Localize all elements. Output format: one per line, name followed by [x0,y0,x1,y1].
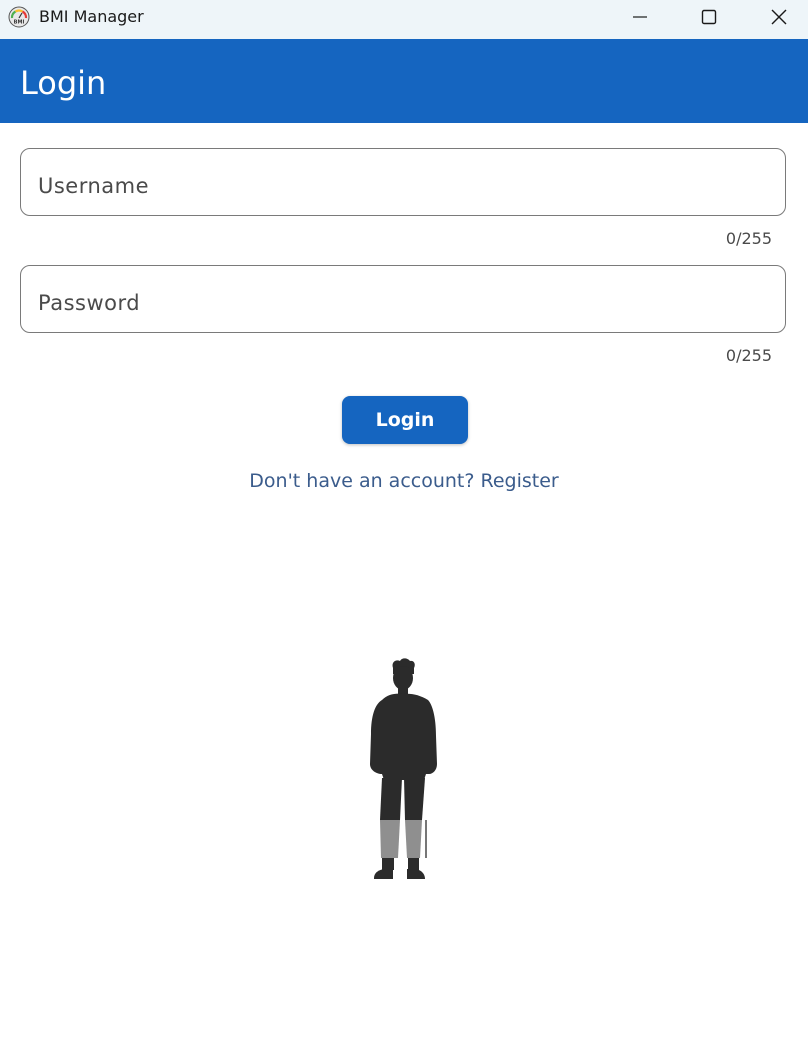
password-field[interactable] [20,265,786,336]
username-input[interactable] [38,149,768,219]
bmi-gauge-icon: BMI [8,6,30,28]
page-title: Login [20,64,107,102]
login-button[interactable]: Login [342,396,468,444]
minimize-button[interactable] [605,0,675,34]
app-bar: Login [0,39,808,123]
person-silhouette-illustration [370,658,437,879]
close-icon [771,9,787,25]
password-input[interactable] [38,266,768,336]
password-char-counter: 0/255 [725,346,772,365]
username-field[interactable] [20,148,786,219]
minimize-icon [633,16,647,18]
username-char-counter: 0/255 [725,229,772,248]
register-link[interactable]: Don't have an account? Register [0,470,808,492]
login-button-label: Login [375,409,435,431]
app-window: BMI BMI Manager Login 0/255 0/255 [0,0,808,1057]
close-button[interactable] [744,0,808,34]
maximize-icon [701,9,717,25]
window-title: BMI Manager [39,7,144,26]
svg-text:BMI: BMI [14,20,25,26]
maximize-button[interactable] [674,0,744,34]
title-bar[interactable]: BMI BMI Manager [0,0,808,39]
